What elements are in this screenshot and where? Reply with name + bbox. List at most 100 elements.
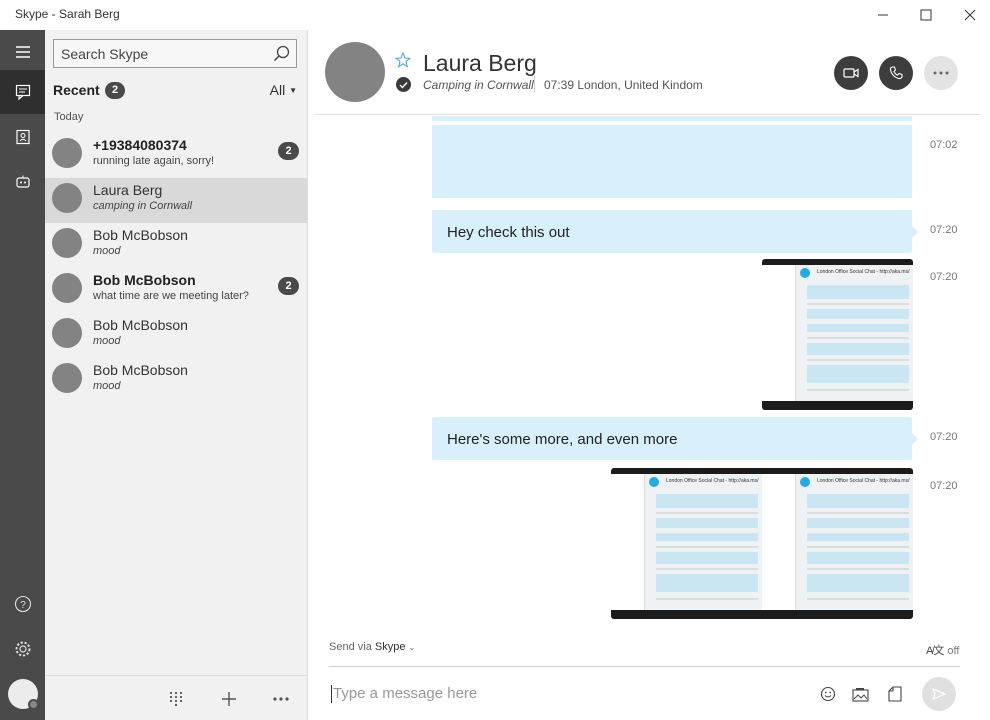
svg-text:?: ? (20, 600, 26, 611)
search-input[interactable]: Search Skype (53, 39, 297, 68)
emoji-icon (820, 686, 836, 702)
minimize-icon (878, 14, 888, 16)
minimize-button[interactable] (861, 0, 905, 30)
search-placeholder: Search Skype (61, 46, 149, 62)
composer-divider (329, 666, 960, 667)
new-chat-button[interactable] (218, 688, 240, 710)
settings-icon (15, 641, 30, 657)
send-via-label: Send via (329, 641, 372, 653)
contact-item[interactable]: +19384080374 running late again, sorry! … (45, 133, 307, 178)
nav-contacts[interactable] (0, 115, 45, 159)
recent-heading: Recent (53, 82, 100, 98)
group-label: Today (54, 111, 84, 123)
close-icon (964, 9, 976, 21)
image-attachment[interactable]: London Office Social Chat - http://aka.m… (611, 468, 762, 619)
contact-item[interactable]: Bob McBobson mood (45, 313, 307, 358)
message-bubble-partial (432, 116, 912, 121)
video-call-icon (843, 68, 859, 78)
contact-subtitle: mood (93, 335, 121, 347)
chevron-down-icon: ⌄ (408, 643, 416, 652)
image-attachment[interactable]: London Office Social Chat - http://aka.m… (762, 259, 913, 410)
message-text: Here's some more, and even more (447, 431, 678, 448)
add-icon (222, 692, 236, 706)
menu-button[interactable] (0, 30, 45, 74)
contact-list: +19384080374 running late again, sorry! … (45, 133, 307, 403)
contacts-footer (45, 675, 307, 720)
audio-call-icon (889, 66, 903, 80)
contact-subtitle: mood (93, 245, 121, 257)
send-file-button[interactable] (885, 684, 905, 704)
dialpad-button[interactable] (165, 688, 187, 710)
nav-chats[interactable] (0, 70, 45, 114)
contacts-icon (15, 129, 30, 145)
chat-contact-name: Laura Berg (423, 50, 537, 76)
message-time: 07:20 (930, 480, 958, 492)
chat-logo-icon (649, 477, 659, 487)
contact-item[interactable]: Bob McBobson mood (45, 358, 307, 403)
send-button[interactable] (922, 677, 956, 711)
message-bubble[interactable]: Hey check this out (432, 210, 912, 253)
settings-button[interactable] (0, 627, 45, 671)
nav-bots[interactable] (0, 160, 45, 204)
image-title: London Office Social Chat - http://aka.m… (817, 269, 910, 275)
image-title: London Office Social Chat - http://aka.m… (817, 478, 910, 484)
message-time: 07:20 (930, 224, 958, 236)
avatar (52, 273, 82, 303)
chevron-down-icon: ▼ (289, 86, 297, 95)
chat-pane: Laura Berg Camping in Cornwall 07:39 Lon… (308, 30, 990, 720)
message-bubble[interactable]: Here's some more, and even more (432, 417, 912, 460)
filter-dropdown[interactable]: All ▼ (270, 82, 297, 98)
message-input[interactable]: Type a message here (333, 685, 477, 702)
chat-contact-location: 07:39 London, United Kindom (544, 78, 703, 92)
image-attachment[interactable]: London Office Social Chat - http://aka.m… (762, 468, 913, 619)
image-title: London Office Social Chat - http://aka.m… (666, 478, 759, 484)
more-options-button[interactable] (270, 688, 292, 710)
presence-icon (27, 699, 39, 710)
audio-call-button[interactable] (879, 56, 913, 90)
more-actions-button[interactable] (924, 56, 958, 90)
chat-contact-mood: Camping in Cornwall (423, 78, 534, 92)
avatar (7, 679, 39, 710)
contact-name: Bob McBobson (93, 272, 196, 288)
translate-toggle[interactable]: A̸文 off (926, 642, 959, 658)
emoji-button[interactable] (818, 684, 838, 704)
close-button[interactable] (948, 0, 990, 30)
file-icon (888, 686, 902, 702)
menu-icon (15, 46, 30, 58)
chat-logo-icon (800, 268, 810, 278)
star-icon[interactable] (394, 51, 412, 73)
search-icon[interactable] (273, 45, 290, 67)
profile-button[interactable] (0, 672, 45, 716)
avatar (52, 228, 82, 258)
more-icon (933, 71, 949, 75)
message-time: 07:20 (930, 431, 958, 443)
avatar (52, 183, 82, 213)
send-via-selector[interactable]: Send via Skype ⌄ (329, 641, 415, 653)
contact-name: +19384080374 (93, 137, 187, 153)
contact-name: Bob McBobson (93, 317, 188, 333)
contact-avatar[interactable] (325, 42, 385, 102)
message-time: 07:02 (930, 139, 958, 151)
avatar (52, 363, 82, 393)
help-button[interactable]: ? (0, 582, 45, 626)
status-check-icon (396, 77, 411, 92)
nav-rail: ? (0, 30, 45, 720)
unread-badge: 2 (278, 142, 299, 160)
contact-item-selected[interactable]: Laura Berg camping in Cornwall (45, 178, 307, 223)
maximize-button[interactable] (904, 0, 948, 30)
title-bar: Skype - Sarah Berg (0, 0, 990, 30)
contact-item[interactable]: Bob McBobson mood (45, 223, 307, 268)
more-icon (273, 697, 289, 701)
message-bubble[interactable] (432, 125, 912, 198)
unread-badge: 2 (278, 277, 299, 295)
bubble-tail (912, 433, 918, 445)
send-icon (932, 688, 946, 700)
contact-subtitle: camping in Cornwall (93, 200, 193, 212)
contact-subtitle: what time are we meeting later? (93, 290, 249, 302)
dialpad-icon (169, 691, 183, 707)
send-image-button[interactable] (851, 684, 871, 704)
text-caret (331, 685, 332, 703)
video-call-button[interactable] (834, 56, 868, 90)
contact-item[interactable]: Bob McBobson what time are we meeting la… (45, 268, 307, 313)
message-text: Hey check this out (447, 224, 570, 241)
